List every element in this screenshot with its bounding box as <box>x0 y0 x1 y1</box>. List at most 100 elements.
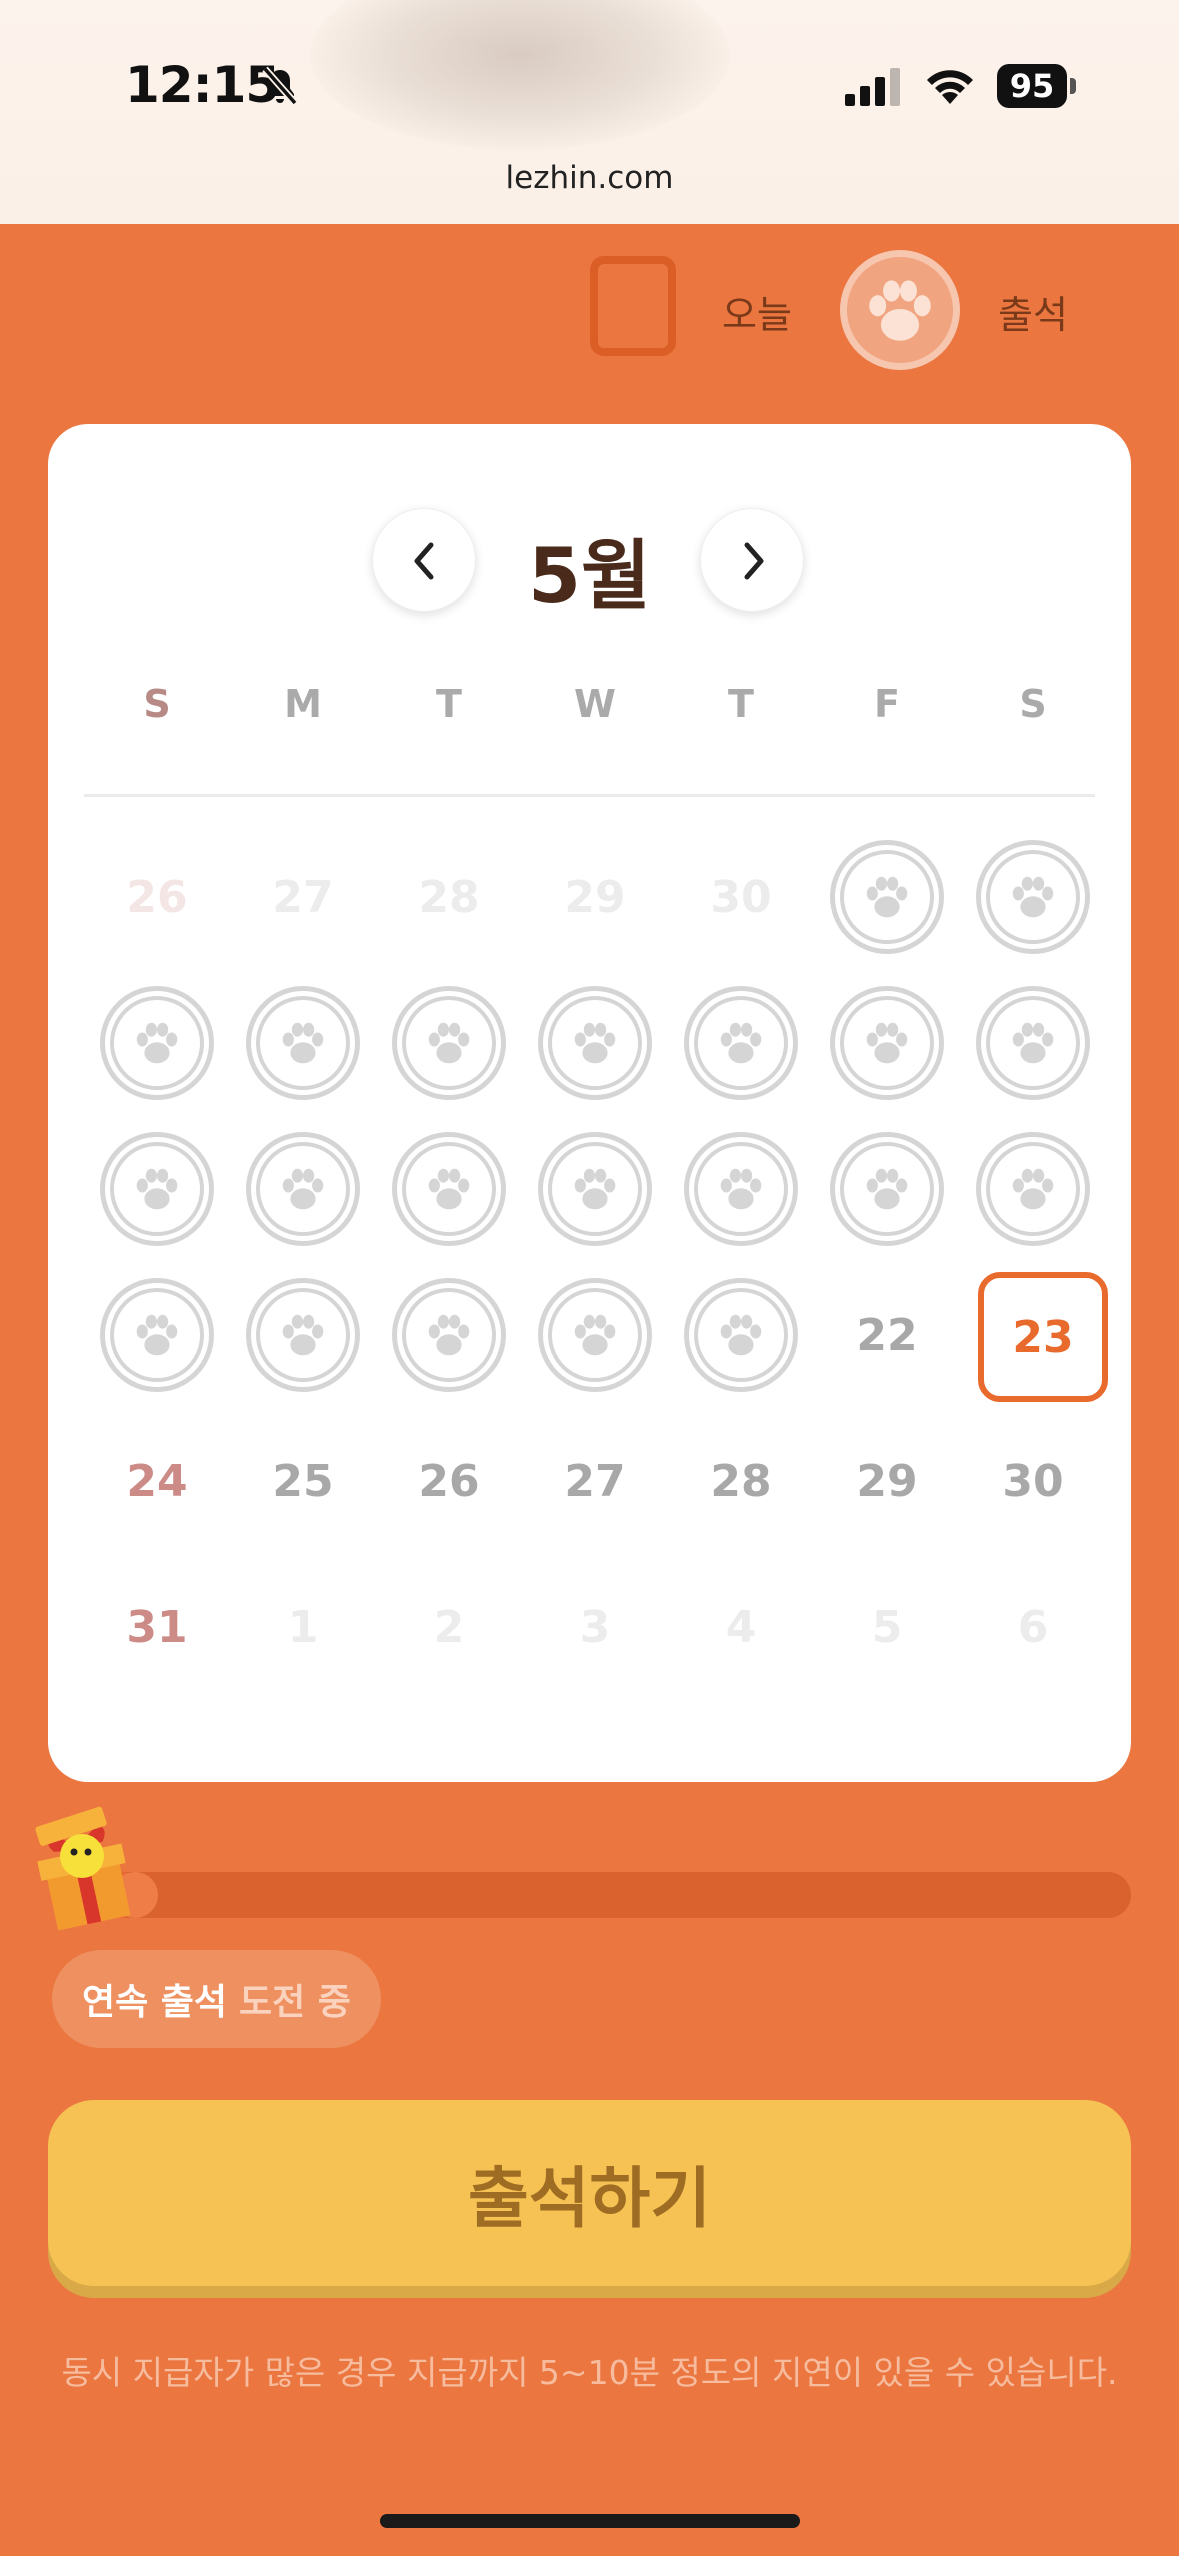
day-number: 3 <box>579 1601 611 1653</box>
weekday-header: S M T W T F S <box>84 682 1106 742</box>
day-cell[interactable]: 26 <box>376 1408 522 1554</box>
attended-day-cell[interactable] <box>84 970 230 1116</box>
calendar-legend: 오늘 출석 <box>0 250 1179 370</box>
paw-stamp-icon <box>830 840 944 954</box>
url-bar[interactable]: lezhin.com <box>0 160 1179 196</box>
day-number: 29 <box>564 871 626 923</box>
paw-stamp-inner <box>402 1142 496 1236</box>
day-number: 2 <box>433 1601 465 1653</box>
day-cell[interactable]: 6 <box>960 1554 1106 1700</box>
paw-stamp-inner <box>110 1288 204 1382</box>
attended-day-cell[interactable] <box>84 1262 230 1408</box>
day-cell[interactable]: 25 <box>230 1408 376 1554</box>
attended-day-cell[interactable] <box>668 970 814 1116</box>
day-cell[interactable]: 4 <box>668 1554 814 1700</box>
weekday-sun: S <box>143 682 171 726</box>
attended-day-cell[interactable] <box>814 824 960 970</box>
attended-day-cell[interactable] <box>814 1116 960 1262</box>
attended-day-cell[interactable] <box>522 1262 668 1408</box>
bell-slash-icon <box>262 66 298 106</box>
paw-stamp-icon <box>830 1132 944 1246</box>
day-number: 25 <box>272 1455 334 1507</box>
paw-stamp-inner <box>840 996 934 1090</box>
paw-stamp-inner <box>548 996 642 1090</box>
attended-day-cell[interactable] <box>230 1116 376 1262</box>
paw-stamp-icon <box>976 986 1090 1100</box>
attended-day-cell[interactable] <box>668 1262 814 1408</box>
paw-stamp-inner <box>694 1288 788 1382</box>
gift-box-icon <box>35 1806 131 1930</box>
attended-day-cell[interactable] <box>960 824 1106 970</box>
paw-stamp-icon <box>538 986 652 1100</box>
day-cell[interactable]: 27 <box>230 824 376 970</box>
paw-stamp-icon <box>976 1132 1090 1246</box>
day-number: 1 <box>287 1601 319 1653</box>
day-cell[interactable]: 30 <box>668 824 814 970</box>
today-legend-swatch <box>590 256 676 356</box>
attended-day-cell[interactable] <box>230 1262 376 1408</box>
day-number: 28 <box>710 1455 772 1507</box>
day-number: 27 <box>272 871 334 923</box>
day-cell[interactable]: 2 <box>376 1554 522 1700</box>
battery-tip <box>1070 78 1076 94</box>
weekday-divider <box>84 794 1095 797</box>
day-cell[interactable]: 5 <box>814 1554 960 1700</box>
next-month-button[interactable] <box>700 508 804 612</box>
day-number: 5 <box>871 1601 903 1653</box>
weekday-tue: T <box>436 682 462 726</box>
attended-day-cell[interactable] <box>84 1116 230 1262</box>
paw-stamp-icon <box>684 986 798 1100</box>
attended-day-cell[interactable] <box>668 1116 814 1262</box>
paw-stamp-icon <box>246 986 360 1100</box>
attended-day-cell[interactable] <box>960 1116 1106 1262</box>
today-day-cell[interactable]: 23 <box>960 1262 1108 1408</box>
day-cell[interactable]: 24 <box>84 1408 230 1554</box>
day-cell[interactable]: 31 <box>84 1554 230 1700</box>
day-cell[interactable]: 22 <box>814 1262 960 1408</box>
day-number: 4 <box>725 1601 757 1653</box>
paw-stamp-inner <box>694 1142 788 1236</box>
attended-day-cell[interactable] <box>376 1262 522 1408</box>
attended-day-cell[interactable] <box>522 1116 668 1262</box>
day-cell[interactable]: 3 <box>522 1554 668 1700</box>
paw-stamp-inner <box>256 1288 350 1382</box>
day-cell[interactable]: 1 <box>230 1554 376 1700</box>
paw-stamp-icon <box>392 986 506 1100</box>
attended-day-cell[interactable] <box>960 970 1106 1116</box>
day-cell[interactable]: 26 <box>84 824 230 970</box>
day-number: 6 <box>1017 1601 1049 1653</box>
attended-day-cell[interactable] <box>376 1116 522 1262</box>
paw-stamp-inner <box>986 996 1080 1090</box>
attended-day-cell[interactable] <box>230 970 376 1116</box>
day-cell[interactable]: 28 <box>376 824 522 970</box>
day-cell[interactable]: 29 <box>522 824 668 970</box>
paw-stamp-icon <box>100 1132 214 1246</box>
delay-notice: 동시 지급자가 많은 경우 지급까지 5~10분 정도의 지연이 있을 수 있습… <box>61 2353 1118 2392</box>
paw-stamp-inner <box>256 996 350 1090</box>
paw-stamp-inner <box>694 996 788 1090</box>
weekday-wed: W <box>574 682 616 726</box>
home-indicator[interactable] <box>380 2514 800 2528</box>
paw-stamp-icon <box>684 1132 798 1246</box>
day-number: 31 <box>126 1601 188 1653</box>
paw-stamp-icon <box>392 1132 506 1246</box>
day-cell[interactable]: 30 <box>960 1408 1106 1554</box>
paw-stamp-inner <box>256 1142 350 1236</box>
attended-day-cell[interactable] <box>522 970 668 1116</box>
paw-stamp-icon <box>538 1278 652 1392</box>
attended-day-cell[interactable] <box>814 970 960 1116</box>
day-number: 24 <box>126 1455 188 1507</box>
paw-stamp-icon <box>100 1278 214 1392</box>
paw-stamp-icon <box>246 1132 360 1246</box>
today-legend-label: 오늘 <box>722 293 792 337</box>
attendance-calendar-card: 5월 S M T W T F S 26 27 28 29 30 22 23 24 25 26 27 2… <box>48 424 1131 1782</box>
day-cell[interactable]: 28 <box>668 1408 814 1554</box>
check-in-button[interactable]: 출석하기 <box>48 2100 1131 2286</box>
day-cell[interactable]: 29 <box>814 1408 960 1554</box>
attended-day-cell[interactable] <box>376 970 522 1116</box>
paw-stamp-inner <box>840 1142 934 1236</box>
battery-icon: 95 <box>997 64 1076 108</box>
paw-legend-icon <box>840 250 960 370</box>
day-cell[interactable]: 27 <box>522 1408 668 1554</box>
paw-stamp-icon <box>392 1278 506 1392</box>
